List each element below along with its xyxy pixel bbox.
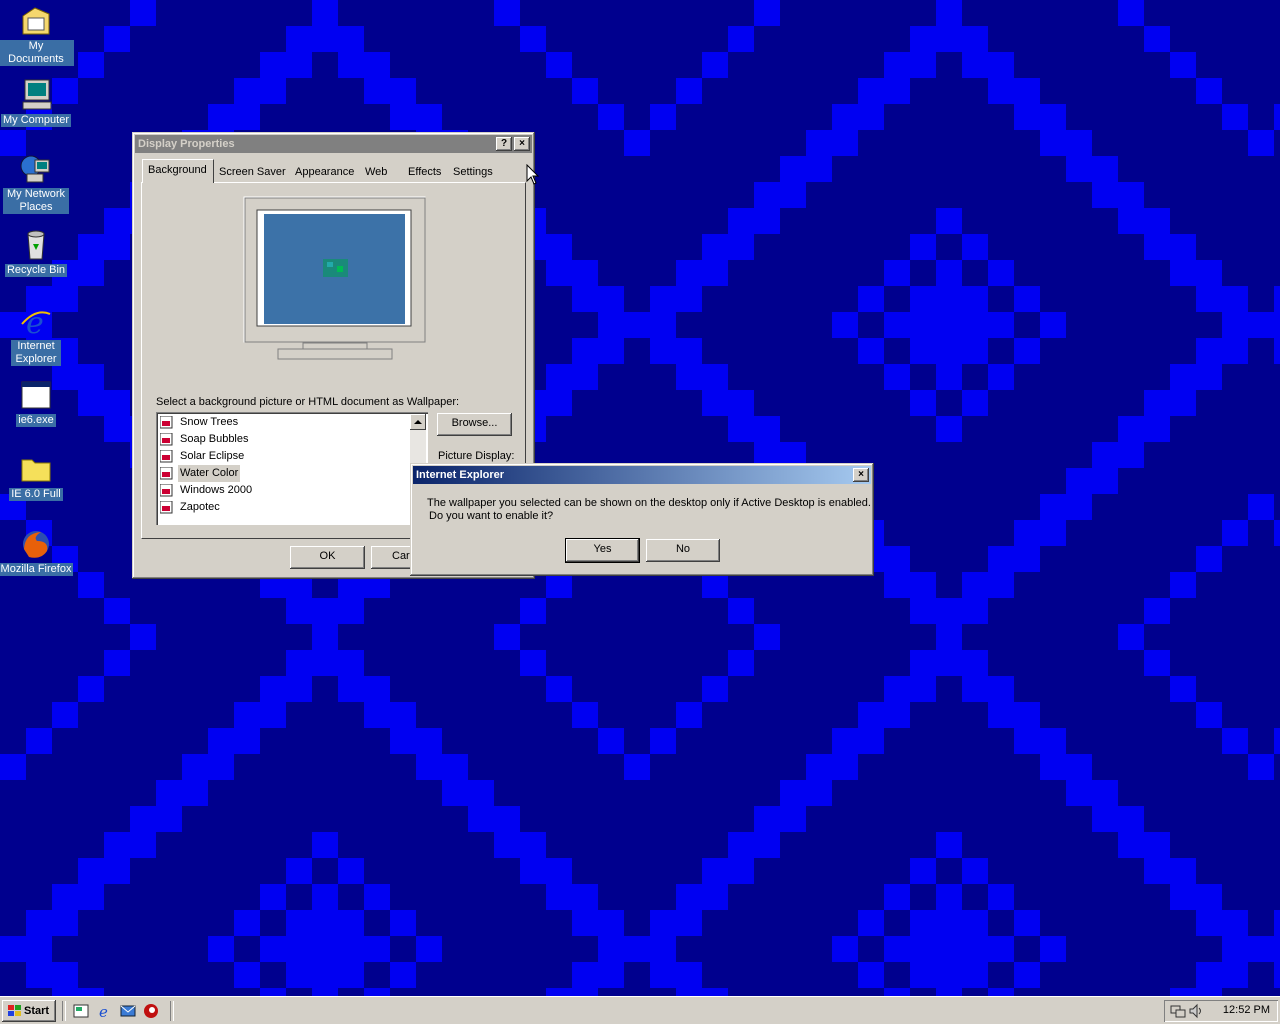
wallpaper-file-icon xyxy=(160,484,173,497)
desktop-icon-label: Recycle Bin xyxy=(4,264,68,277)
network-places-icon xyxy=(19,152,53,186)
help-button[interactable]: ? xyxy=(496,137,512,151)
tab-background[interactable]: Background xyxy=(142,159,214,183)
desktop-icon-my-computer[interactable]: My Computer xyxy=(0,78,74,127)
firefox-icon xyxy=(19,527,53,561)
start-button[interactable]: Start xyxy=(2,1000,56,1022)
desktop-icon-label: Mozilla Firefox xyxy=(0,563,74,576)
svg-text:e: e xyxy=(26,306,44,338)
dialog-message-line1: The wallpaper you selected can be shown … xyxy=(427,497,871,509)
tab-effects[interactable]: Effects xyxy=(403,162,446,182)
desktop-icon-internet-explorer[interactable]: e Internet Explorer xyxy=(0,304,74,366)
desktop-icon-label: My Network Places xyxy=(3,188,69,214)
no-button[interactable]: No xyxy=(646,539,720,562)
recycle-bin-icon xyxy=(19,228,53,262)
tab-screen-saver[interactable]: Screen Saver xyxy=(214,162,291,182)
show-desktop-icon[interactable] xyxy=(73,1003,89,1019)
dialog-title: Internet Explorer xyxy=(416,469,505,481)
network-connection-icon[interactable] xyxy=(1170,1003,1186,1019)
desktop-icon-label: My Computer xyxy=(0,114,72,127)
scroll-up-button[interactable] xyxy=(410,414,426,430)
close-button[interactable]: × xyxy=(853,468,869,482)
picture-display-label: Picture Display: xyxy=(438,450,515,462)
windows-logo-icon xyxy=(8,1005,21,1016)
my-computer-icon xyxy=(19,78,53,112)
yes-button[interactable]: Yes xyxy=(565,538,640,563)
window-title: Display Properties xyxy=(138,138,235,150)
tab-settings[interactable]: Settings xyxy=(448,162,498,182)
tab-appearance[interactable]: Appearance xyxy=(290,162,359,182)
start-label: Start xyxy=(24,1005,50,1017)
setup-exe-icon xyxy=(19,378,53,412)
ie-dialog: Internet Explorer × The wallpaper you se… xyxy=(410,463,874,576)
svg-text:e: e xyxy=(99,1003,108,1019)
volume-icon[interactable] xyxy=(1188,1003,1204,1019)
system-tray: 12:52 PM xyxy=(1164,1000,1278,1022)
desktop-icon-recycle-bin[interactable]: Recycle Bin xyxy=(0,228,74,277)
desktop-icon-my-documents[interactable]: My Documents xyxy=(0,4,74,66)
desktop-icon-label: IE 6.0 Full xyxy=(9,488,63,501)
desktop-icon-ie6-full[interactable]: IE 6.0 Full xyxy=(0,452,74,501)
browse-button[interactable]: Browse... xyxy=(437,413,512,436)
ok-button[interactable]: OK xyxy=(290,546,365,569)
desktop-icon-firefox[interactable]: Mozilla Firefox xyxy=(0,527,74,576)
mouse-cursor-icon xyxy=(526,164,540,185)
wallpaper-file-icon xyxy=(160,467,173,480)
wallpaper-file-icon xyxy=(160,501,173,514)
title-bar[interactable]: Internet Explorer × xyxy=(413,466,871,484)
internet-explorer-icon: e xyxy=(19,304,53,341)
wallpaper-file-icon xyxy=(160,450,173,463)
wallpaper-prompt: Select a background picture or HTML docu… xyxy=(156,396,460,408)
wallpaper-file-icon xyxy=(160,416,173,429)
outlook-express-icon[interactable] xyxy=(120,1003,136,1019)
my-documents-icon xyxy=(19,4,53,38)
desktop-icon-label: Internet Explorer xyxy=(11,340,61,366)
dialog-message-line2: Do you want to enable it? xyxy=(429,510,554,522)
firefox-icon[interactable] xyxy=(143,1003,159,1019)
tab-web[interactable]: Web xyxy=(360,162,392,182)
desktop-icon-ie6-exe[interactable]: ie6.exe xyxy=(0,378,74,427)
close-button[interactable]: × xyxy=(514,137,530,151)
wallpaper-file-icon xyxy=(160,433,173,446)
monitor-preview xyxy=(243,196,427,371)
wallpaper-list[interactable]: Snow Trees Soap Bubbles Solar Eclipse Wa… xyxy=(156,412,428,525)
desktop-icon-network-places[interactable]: My Network Places xyxy=(0,152,74,214)
desktop-icon-label: My Documents xyxy=(0,40,74,66)
clock[interactable]: 12:52 PM xyxy=(1223,1004,1270,1016)
folder-icon xyxy=(19,452,53,486)
desktop-icon-label: ie6.exe xyxy=(16,414,56,427)
arrow-up-icon xyxy=(414,420,422,424)
internet-explorer-icon[interactable]: e xyxy=(97,1003,113,1019)
taskbar: Start e 12:52 PM xyxy=(0,996,1280,1024)
title-bar[interactable]: Display Properties ? × xyxy=(135,135,532,153)
